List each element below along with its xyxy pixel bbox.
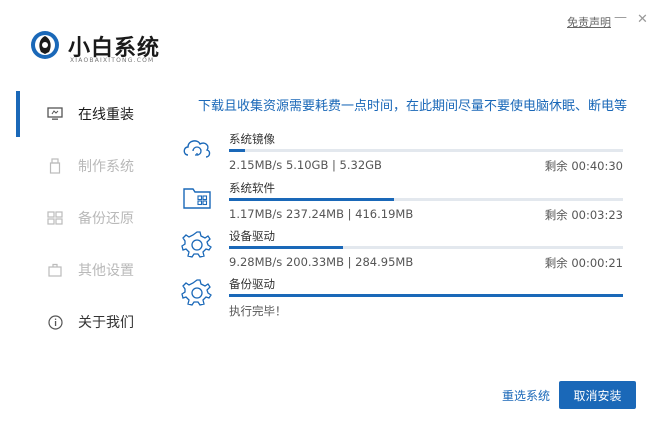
task-status: 执行完毕！ — [229, 304, 287, 318]
task-remaining: 剩余 00:03:23 — [544, 208, 623, 222]
folder-apps-icon — [183, 188, 211, 209]
sidebar-item-about-us[interactable]: 关于我们 — [0, 296, 165, 348]
cloud-refresh-icon — [183, 140, 211, 158]
task-system-image: 系统镜像 2.15MB/s 5.10GB | 5.32GB 剩余 00:40:3… — [180, 131, 625, 177]
sidebar-item-label: 在线重装 — [78, 107, 134, 123]
sidebar-item-make-system[interactable]: 制作系统 — [0, 140, 165, 192]
task-stats: 1.17MB/s 237.24MB | 416.19MB — [229, 207, 414, 221]
task-remaining: 剩余 00:40:30 — [544, 159, 623, 173]
task-system-software: 系统软件 1.17MB/s 237.24MB | 416.19MB 剩余 00:… — [180, 180, 625, 226]
task-stats: 2.15MB/s 5.10GB | 5.32GB — [229, 158, 382, 172]
task-name: 系统软件 — [229, 181, 275, 195]
backup-icon — [44, 207, 66, 229]
sidebar-item-other-settings[interactable]: 其他设置 — [0, 244, 165, 296]
task-name: 系统镜像 — [229, 132, 275, 146]
gear-icon — [181, 279, 212, 306]
cancel-install-button[interactable]: 取消安装 — [559, 381, 636, 409]
settings-icon — [44, 259, 66, 281]
progress-track — [229, 198, 623, 201]
sidebar-item-label: 制作系统 — [78, 159, 134, 175]
gear-icon — [181, 231, 212, 258]
monitor-icon — [44, 103, 66, 125]
close-button[interactable]: ✕ — [637, 12, 648, 27]
progress-track — [229, 294, 623, 297]
brand-subtitle: XIAOBAIXITONG.COM — [70, 57, 155, 64]
disclaimer-link[interactable]: 免责声明 — [567, 14, 611, 30]
sidebar-item-label: 备份还原 — [78, 211, 134, 227]
progress-track — [229, 246, 623, 249]
active-indicator — [16, 91, 20, 137]
task-remaining: 剩余 00:00:21 — [544, 256, 623, 270]
progress-fill — [229, 246, 344, 249]
download-notice: 下载且收集资源需要耗费一点时间，在此期间尽量不要使电脑休眠、断电等 — [198, 99, 628, 114]
sidebar-item-online-reinstall[interactable]: 在线重装 — [0, 88, 165, 140]
info-icon — [44, 311, 66, 333]
progress-fill — [229, 294, 623, 297]
reselect-system-button[interactable]: 重选系统 — [502, 387, 550, 404]
minimize-button[interactable]: — — [614, 10, 627, 25]
sidebar-item-backup-restore[interactable]: 备份还原 — [0, 192, 165, 244]
sidebar-item-label: 关于我们 — [78, 315, 134, 331]
progress-track — [229, 149, 623, 152]
task-name: 备份驱动 — [229, 277, 275, 291]
installer-window: 小白系统 XIAOBAIXITONG.COM 免责声明 — ✕ 在线重装 制作系… — [0, 0, 661, 423]
usb-icon — [44, 155, 66, 177]
task-device-driver: 设备驱动 9.28MB/s 200.33MB | 284.95MB 剩余 00:… — [180, 228, 625, 274]
progress-fill — [229, 149, 245, 152]
task-name: 设备驱动 — [229, 229, 275, 243]
progress-fill — [229, 198, 395, 201]
xiaobai-logo-icon — [31, 31, 59, 59]
task-stats: 9.28MB/s 200.33MB | 284.95MB — [229, 255, 414, 269]
sidebar-item-label: 其他设置 — [78, 263, 134, 279]
task-backup-driver: 备份驱动 执行完毕！ — [180, 276, 625, 322]
